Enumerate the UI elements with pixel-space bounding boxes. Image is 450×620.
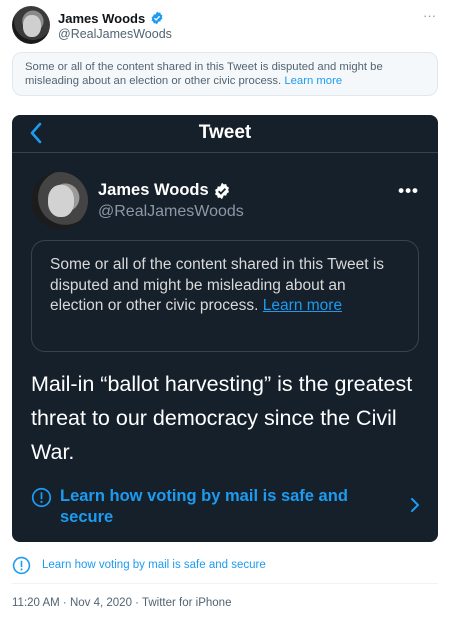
screenshot-author-name: James Woods [98, 181, 209, 199]
avatar[interactable] [12, 6, 50, 44]
disputed-notice: Some or all of the content shared in thi… [12, 52, 438, 96]
screenshot-verified-badge-icon [215, 182, 229, 200]
screenshot-voting-link-text: Learn how voting by mail is safe and sec… [60, 487, 348, 526]
author-name[interactable]: James Woods [58, 11, 145, 26]
learn-more-link[interactable]: Learn more [284, 75, 342, 87]
author-handle[interactable]: @RealJamesWoods [58, 27, 172, 41]
divider [12, 583, 438, 584]
tweet-timestamp[interactable]: 11:20 AM · Nov 4, 2020 · Twitter for iPh… [12, 597, 231, 609]
verified-badge-icon [151, 11, 163, 25]
screenshot-avatar [31, 172, 88, 229]
screenshot-disputed-notice: Some or all of the content shared in thi… [31, 240, 419, 352]
exclamation-circle-icon [31, 487, 52, 508]
embedded-tweet-screenshot: Tweet James Woods @RealJamesWoods ••• So… [12, 115, 438, 542]
voting-link-text[interactable]: Learn how voting by mail is safe and sec… [42, 559, 266, 571]
screenshot-title: Tweet [198, 122, 252, 143]
screenshot-author-handle: @RealJamesWoods [98, 203, 244, 220]
tweet-header: James Woods @RealJamesWoods ··· [12, 6, 438, 46]
screenshot-voting-info-link: Learn how voting by mail is safe and sec… [31, 485, 421, 529]
exclamation-circle-icon [12, 556, 31, 575]
screenshot-more-icon: ••• [398, 181, 419, 200]
voting-info-link[interactable]: Learn how voting by mail is safe and sec… [12, 555, 438, 577]
more-options-icon[interactable]: ··· [423, 8, 436, 23]
tweet-text: Mail-in “ballot harvesting” is the great… [31, 372, 413, 464]
screenshot-learn-more-link: Learn more [262, 297, 343, 314]
screenshot-topbar: Tweet [12, 115, 438, 153]
chevron-right-icon [411, 498, 419, 512]
